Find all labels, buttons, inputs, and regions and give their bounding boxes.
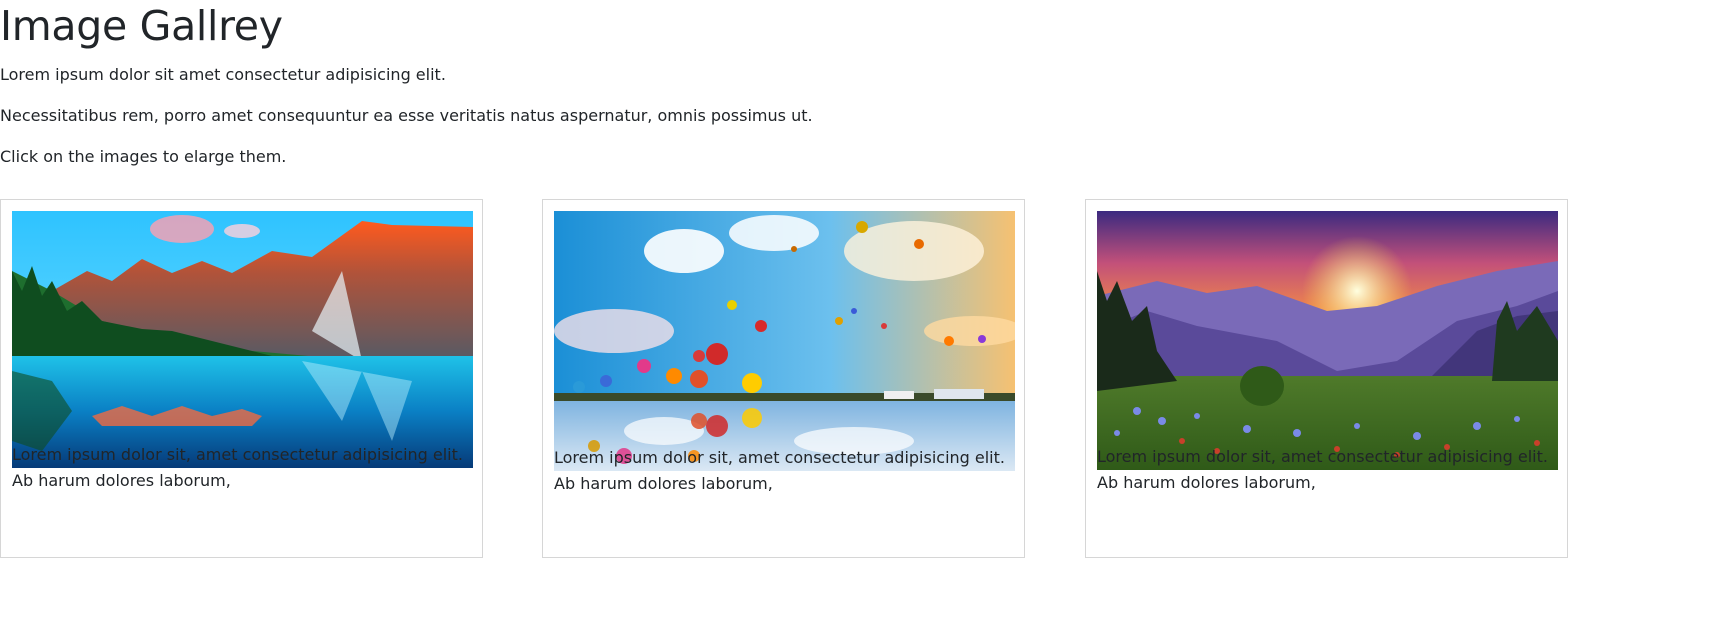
gallery-card: Lorem ipsum dolor sit, amet consectetur … [1085, 199, 1568, 558]
mountain-lake-image[interactable] [12, 211, 473, 468]
card-caption: Lorem ipsum dolor sit, amet consectetur … [1097, 444, 1559, 496]
caption-line: Lorem ipsum dolor sit, amet consectetur … [1097, 447, 1548, 466]
hot-air-balloons-image[interactable] [554, 211, 1015, 471]
intro-paragraph: Lorem ipsum dolor sit amet consectetur a… [0, 65, 446, 84]
caption-line: Ab harum dolores laborum, [554, 474, 773, 493]
instruction-paragraph: Click on the images to elarge them. [0, 147, 287, 166]
card-caption: Lorem ipsum dolor sit, amet consectetur … [554, 445, 1016, 497]
card-caption: Lorem ipsum dolor sit, amet consectetur … [12, 442, 474, 494]
mountain-sunset-image[interactable] [1097, 211, 1558, 470]
gallery-card: Lorem ipsum dolor sit, amet consectetur … [0, 199, 483, 558]
intro-paragraph: Necessitatibus rem, porro amet consequun… [0, 106, 813, 125]
caption-line: Lorem ipsum dolor sit, amet consectetur … [554, 448, 1005, 467]
caption-line: Lorem ipsum dolor sit, amet consectetur … [12, 445, 463, 464]
gallery-card: Lorem ipsum dolor sit, amet consectetur … [542, 199, 1025, 558]
caption-line: Ab harum dolores laborum, [1097, 473, 1316, 492]
gallery-page: Image Gallrey Lorem ipsum dolor sit amet… [0, 0, 1717, 628]
page-title: Image Gallrey [0, 2, 283, 50]
caption-line: Ab harum dolores laborum, [12, 471, 231, 490]
